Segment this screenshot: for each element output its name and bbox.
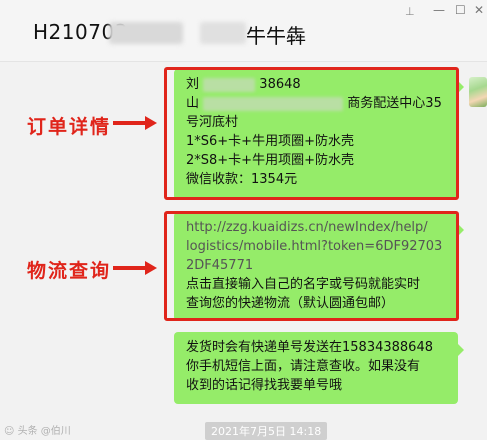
close-icon[interactable]: ✕ [474,3,484,17]
chat-title-suffix: 牛牛犇 [246,24,306,48]
notice-text: 你手机短信上面，请注意查收。如果没有 [186,359,421,374]
title-redaction [200,22,246,44]
order-details-label: 订单详情 [27,116,112,138]
order-highlight-frame [164,67,459,200]
chat-header: H210703 牛牛犇 ⊥ — ☐ ✕ [0,0,487,62]
title-redaction [109,22,183,44]
notice-message-bubble[interactable]: 发货时会有快递单号发送在15834388648 你手机短信上面，请注意查收。如果… [174,332,464,404]
bubble-tail [458,344,464,356]
minimize-icon[interactable]: — [433,3,445,17]
avatar[interactable] [469,77,487,107]
notice-text: 发货时会有快递单号发送在15834388648 [186,340,433,355]
logistics-highlight-frame [164,211,459,321]
notice-text: 收到的话记得找我要单号哦 [186,378,343,393]
watermark: ☺ 头条 @伯川 [4,426,71,437]
message-timestamp: 2021年7月5日 14:18 [205,422,328,440]
pin-icon[interactable]: ⊥ [405,5,415,18]
maximize-icon[interactable]: ☐ [455,3,466,17]
logistics-query-label: 物流查询 [27,260,112,282]
